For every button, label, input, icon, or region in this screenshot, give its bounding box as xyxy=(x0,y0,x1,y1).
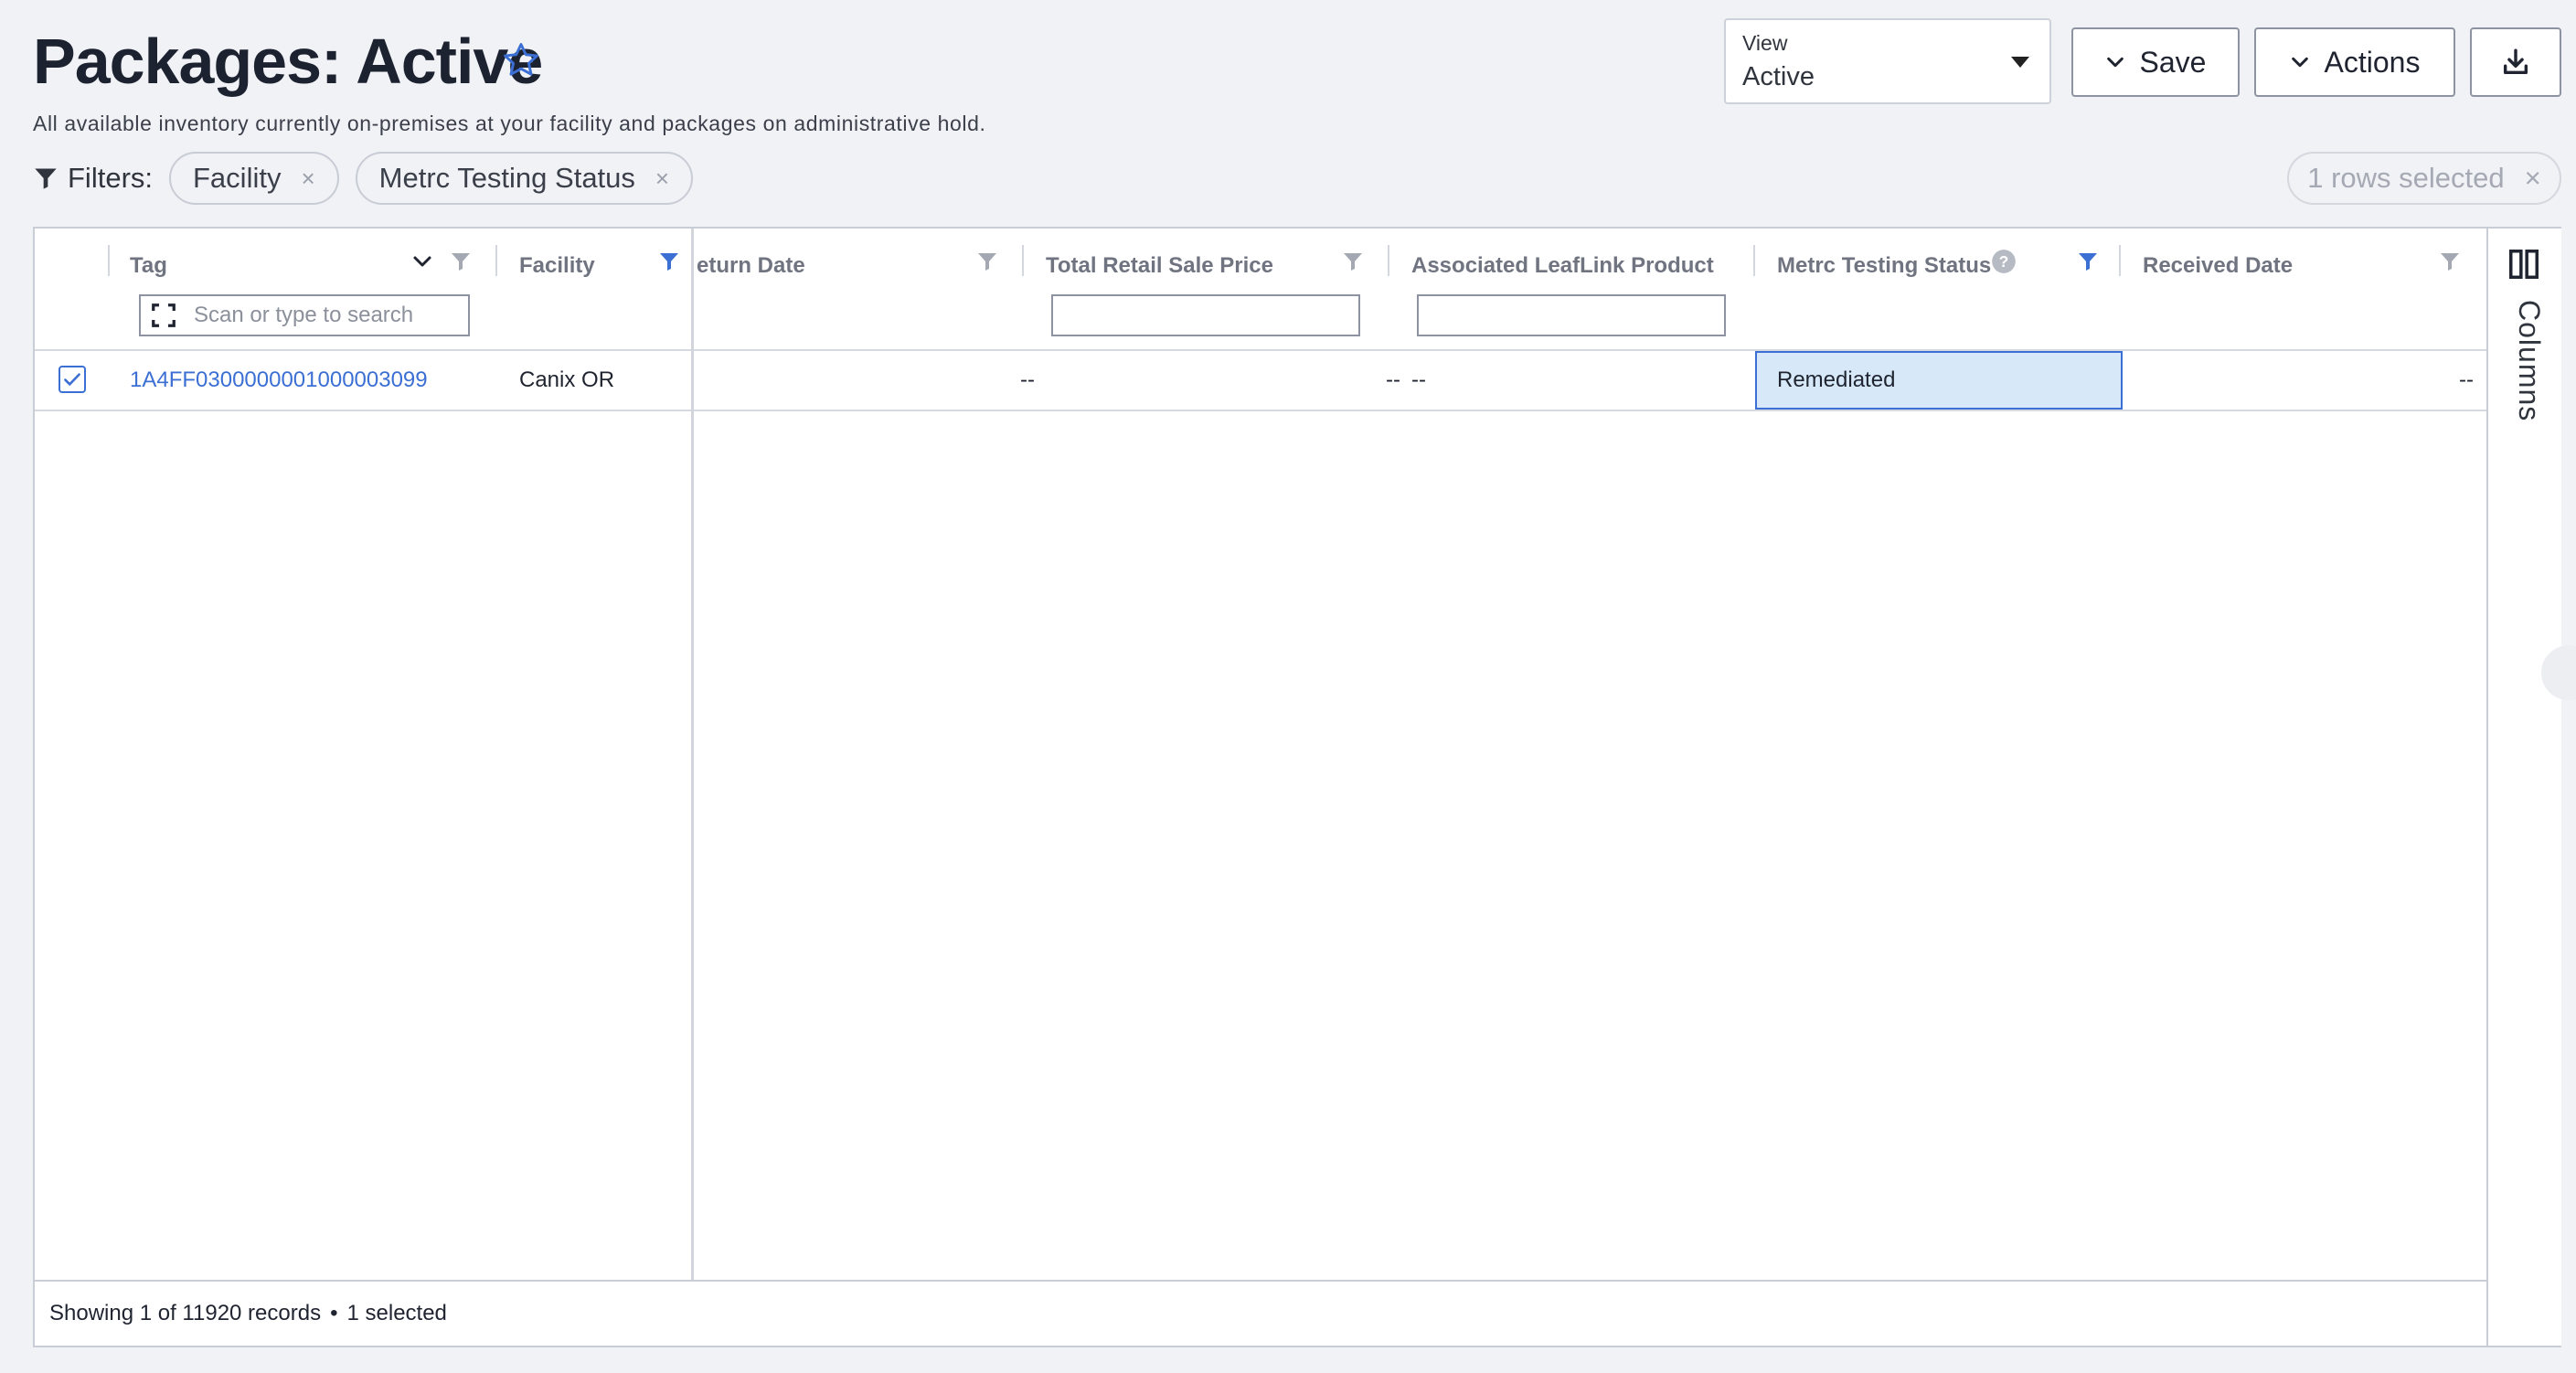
table-row[interactable]: 1A4FF0300000001000003099 Canix OR -- -- … xyxy=(35,351,2486,411)
close-icon[interactable]: × xyxy=(655,165,669,193)
filter-icon[interactable] xyxy=(2439,250,2461,272)
cell-associated-leaflink-product: -- xyxy=(1411,367,1426,392)
rows-selected-text: 1 rows selected xyxy=(2307,162,2505,194)
tag-search-input[interactable]: Scan or type to search xyxy=(139,294,470,336)
pinned-columns-divider xyxy=(691,229,694,1282)
column-header-associated-leaflink-product[interactable]: Associated LeafLink Product xyxy=(1411,245,1714,287)
column-header-tag[interactable]: Tag xyxy=(130,245,167,287)
filter-icon[interactable] xyxy=(976,250,998,272)
column-header-total-retail-sale-price[interactable]: Total Retail Sale Price xyxy=(1046,245,1273,287)
filters-label-text: Filters: xyxy=(68,162,153,194)
filter-chip-metrc-testing-status[interactable]: Metrc Testing Status × xyxy=(355,152,694,205)
column-separator[interactable] xyxy=(495,245,497,276)
column-separator[interactable] xyxy=(1753,245,1755,276)
filter-icon[interactable] xyxy=(658,250,680,272)
chevron-down-icon[interactable] xyxy=(411,250,433,272)
records-count: Showing 1 of 11920 records xyxy=(49,1301,322,1325)
star-icon[interactable] xyxy=(501,40,541,80)
filter-icon[interactable] xyxy=(1342,250,1364,272)
cell-return-date: -- xyxy=(1020,367,1035,392)
filter-icon[interactable] xyxy=(2077,250,2099,272)
columns-panel-label[interactable]: Columns xyxy=(2512,300,2546,421)
filter-icon[interactable] xyxy=(450,250,472,272)
grid-body: Tag Facility eturn Date Total Retail Sal… xyxy=(35,229,2486,1346)
column-separator[interactable] xyxy=(1388,245,1389,276)
save-button-label: Save xyxy=(2139,45,2207,79)
page-subtitle: All available inventory currently on-pre… xyxy=(33,112,986,135)
close-icon[interactable]: × xyxy=(301,165,314,193)
column-header-received-date[interactable]: Received Date xyxy=(2143,245,2293,287)
cell-total-retail-sale-price: -- xyxy=(1386,367,1400,392)
cell-metrc-testing-status[interactable]: Remediated xyxy=(1755,351,2123,410)
columns-icon[interactable] xyxy=(2507,247,2541,282)
scan-icon[interactable] xyxy=(150,302,177,329)
view-select[interactable]: View Active xyxy=(1724,18,2051,104)
row-checkbox[interactable] xyxy=(59,366,86,393)
checkbox-checked-icon xyxy=(64,373,80,386)
columns-side-panel[interactable]: Columns xyxy=(2486,229,2561,1346)
chevron-down-icon xyxy=(2291,57,2308,68)
actions-button[interactable]: Actions xyxy=(2254,27,2455,97)
selected-count: 1 selected xyxy=(346,1301,447,1325)
rows-selected-chip: 1 rows selected × xyxy=(2287,152,2561,205)
filters-bar: Filters: Facility × Metrc Testing Status… xyxy=(33,152,694,205)
filter-icon xyxy=(35,168,57,189)
package-tag-link[interactable]: 1A4FF0300000001000003099 xyxy=(130,351,428,410)
grid-footer: Showing 1 of 11920 records • 1 selected xyxy=(35,1280,2486,1346)
download-icon xyxy=(2503,48,2528,75)
page-title: Packages: Active xyxy=(33,26,543,97)
close-icon[interactable]: × xyxy=(2525,162,2541,195)
view-select-value: Active xyxy=(1742,62,1815,91)
cell-facility: Canix OR xyxy=(519,367,615,392)
associated-leaflink-product-filter-input[interactable] xyxy=(1417,294,1726,336)
download-button[interactable] xyxy=(2470,27,2561,97)
chevron-down-icon xyxy=(2106,57,2124,68)
filters-label: Filters: xyxy=(33,162,153,195)
column-separator[interactable] xyxy=(108,245,110,276)
filter-chip-facility[interactable]: Facility × xyxy=(169,152,339,205)
view-select-label: View xyxy=(1742,31,1788,55)
packages-grid: Tag Facility eturn Date Total Retail Sal… xyxy=(33,227,2561,1347)
filter-chip-label: Facility xyxy=(193,162,282,194)
actions-button-label: Actions xyxy=(2324,45,2421,79)
tag-search-placeholder: Scan or type to search xyxy=(194,303,414,327)
save-button[interactable]: Save xyxy=(2071,27,2240,97)
cell-received-date: -- xyxy=(2459,367,2474,392)
column-separator[interactable] xyxy=(2119,245,2121,276)
total-retail-sale-price-filter-input[interactable] xyxy=(1051,294,1360,336)
caret-down-icon xyxy=(2011,57,2029,68)
footer-separator: • xyxy=(330,1301,338,1325)
column-header-metrc-testing-status[interactable]: Metrc Testing Status xyxy=(1777,245,1991,287)
column-header-facility[interactable]: Facility xyxy=(519,245,595,287)
column-separator[interactable] xyxy=(1022,245,1024,276)
grid-header-row: Tag Facility eturn Date Total Retail Sal… xyxy=(35,229,2486,351)
help-icon[interactable]: ? xyxy=(1991,249,2017,274)
svg-text:?: ? xyxy=(1999,252,2009,271)
column-header-return-date[interactable]: eturn Date xyxy=(697,245,805,287)
filter-chip-label: Metrc Testing Status xyxy=(378,162,635,194)
